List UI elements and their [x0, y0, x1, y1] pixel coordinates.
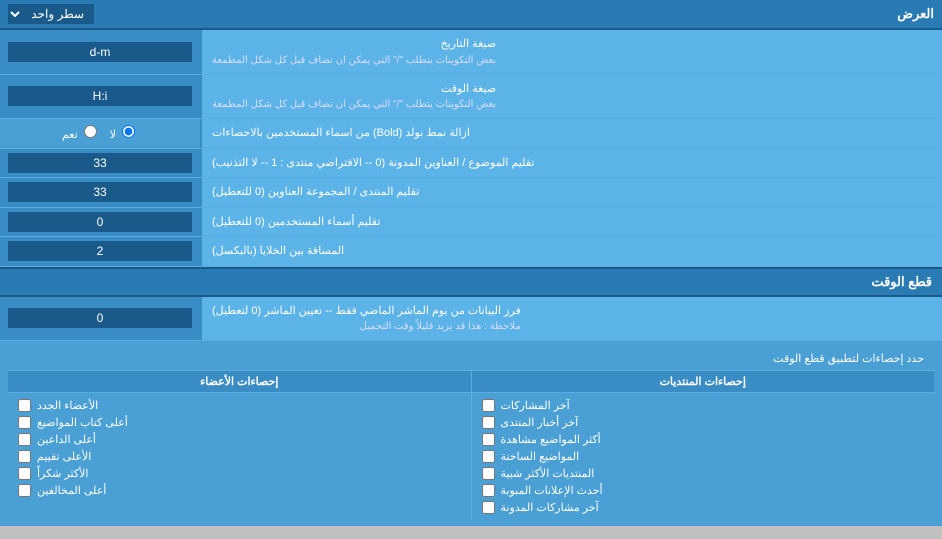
date-format-input-cell — [0, 30, 200, 74]
radio-yes-label[interactable]: نعم — [62, 125, 100, 141]
realtime-days-input[interactable] — [8, 308, 192, 328]
remove-bold-label: ازالة نمط بولد (Bold) من اسماء المستخدمي… — [200, 119, 942, 148]
checkboxes-body: آخر المشاركات آخر أخبار المنتدى أكثر الم… — [8, 393, 934, 520]
checkboxes-section: حدد إحصاءات لتطبيق قطع الوقت إحصاءات الم… — [0, 341, 942, 526]
cell-spacing-input-cell — [0, 237, 200, 266]
time-format-input-cell — [0, 75, 200, 119]
cell-spacing-input[interactable] — [8, 241, 192, 261]
limit-label: حدد إحصاءات لتطبيق قطع الوقت — [18, 352, 924, 365]
time-format-row: صيغة الوقت بعض التكوينات يتطلب "/" التي … — [0, 75, 942, 120]
checkbox-col1-1[interactable] — [482, 416, 495, 429]
checkboxes-col1: آخر المشاركات آخر أخبار المنتدى أكثر الم… — [471, 393, 935, 520]
list-item: آخر المشاركات — [476, 397, 931, 414]
list-item: الأكثر شكراً — [12, 465, 467, 482]
realtime-days-label: فرز البيانات من يوم الماشر الماضي فقط --… — [200, 297, 942, 341]
trim-users-input[interactable] — [8, 212, 192, 232]
checkbox-col1-4[interactable] — [482, 467, 495, 480]
main-container: العرض سطر واحدسطرانثلاثة أسطر صيغة التار… — [0, 0, 942, 526]
cell-spacing-label: المسافة بين الخلايا (بالبكسل) — [200, 237, 942, 266]
date-format-label: صيغة التاريخ بعض التكوينات يتطلب "/" الت… — [200, 30, 942, 74]
header-row: العرض سطر واحدسطرانثلاثة أسطر — [0, 0, 942, 30]
date-format-input[interactable] — [8, 42, 192, 62]
trim-forum-input[interactable] — [8, 182, 192, 202]
realtime-days-row: فرز البيانات من يوم الماشر الماضي فقط --… — [0, 297, 942, 342]
list-item: أكثر المواضيع مشاهدة — [476, 431, 931, 448]
checkbox-col2-4[interactable] — [18, 467, 31, 480]
cell-spacing-row: المسافة بين الخلايا (بالبكسل) — [0, 237, 942, 267]
limit-row: حدد إحصاءات لتطبيق قطع الوقت — [8, 347, 934, 371]
header-label: العرض — [897, 6, 934, 22]
remove-bold-row: ازالة نمط بولد (Bold) من اسماء المستخدمي… — [0, 119, 942, 149]
checkbox-col2-5[interactable] — [18, 484, 31, 497]
trim-forum-input-cell — [0, 178, 200, 207]
checkboxes-header-row: إحصاءات المنتديات إحصاءات الأعضاء — [8, 371, 934, 393]
list-item: أحدث الإعلانات المبوبة — [476, 482, 931, 499]
trim-subject-row: تقليم الموضوع / العناوين المدونة (0 -- ا… — [0, 149, 942, 179]
trim-users-input-cell — [0, 208, 200, 237]
trim-users-row: تقليم أسماء المستخدمين (0 للتعطيل) — [0, 208, 942, 238]
list-item: أعلى كتاب المواضيع — [12, 414, 467, 431]
list-item: آخر أخبار المنتدى — [476, 414, 931, 431]
col2-header: إحصاءات الأعضاء — [8, 371, 471, 392]
checkbox-col1-6[interactable] — [482, 501, 495, 514]
checkbox-col2-2[interactable] — [18, 433, 31, 446]
display-select[interactable]: سطر واحدسطرانثلاثة أسطر — [8, 4, 94, 24]
list-item: المواضيع الساخنة — [476, 448, 931, 465]
list-item: الأعلى تقييم — [12, 448, 467, 465]
checkbox-col1-0[interactable] — [482, 399, 495, 412]
list-item: الأعضاء الجدد — [12, 397, 467, 414]
list-item: آخر مشاركات المدونة — [476, 499, 931, 516]
realtime-section-header: قطع الوقت — [0, 267, 942, 297]
trim-subject-input-cell — [0, 149, 200, 178]
time-format-label: صيغة الوقت بعض التكوينات يتطلب "/" التي … — [200, 75, 942, 119]
checkbox-col2-3[interactable] — [18, 450, 31, 463]
checkbox-col1-2[interactable] — [482, 433, 495, 446]
radio-no[interactable] — [122, 125, 135, 138]
list-item: المنتديات الأكثر شبية — [476, 465, 931, 482]
radio-no-label[interactable]: لا — [110, 125, 138, 141]
date-format-row: صيغة التاريخ بعض التكوينات يتطلب "/" الت… — [0, 30, 942, 75]
trim-subject-label: تقليم الموضوع / العناوين المدونة (0 -- ا… — [200, 149, 942, 178]
checkbox-col1-3[interactable] — [482, 450, 495, 463]
trim-users-label: تقليم أسماء المستخدمين (0 للتعطيل) — [200, 208, 942, 237]
trim-forum-label: تقليم المنتدى / المجموعة العناوين (0 للت… — [200, 178, 942, 207]
trim-forum-row: تقليم المنتدى / المجموعة العناوين (0 للت… — [0, 178, 942, 208]
remove-bold-radio-cell: لا نعم — [0, 119, 200, 148]
trim-subject-input[interactable] — [8, 153, 192, 173]
checkbox-col2-1[interactable] — [18, 416, 31, 429]
checkboxes-col2: الأعضاء الجدد أعلى كتاب المواضيع أعلى ال… — [8, 393, 471, 520]
time-format-input[interactable] — [8, 86, 192, 106]
col1-header: إحصاءات المنتديات — [471, 371, 935, 392]
list-item: أعلى الداعين — [12, 431, 467, 448]
list-item: أعلى المخالفين — [12, 482, 467, 499]
radio-yes[interactable] — [84, 125, 97, 138]
checkbox-col1-5[interactable] — [482, 484, 495, 497]
realtime-days-input-cell — [0, 297, 200, 341]
checkbox-col2-0[interactable] — [18, 399, 31, 412]
